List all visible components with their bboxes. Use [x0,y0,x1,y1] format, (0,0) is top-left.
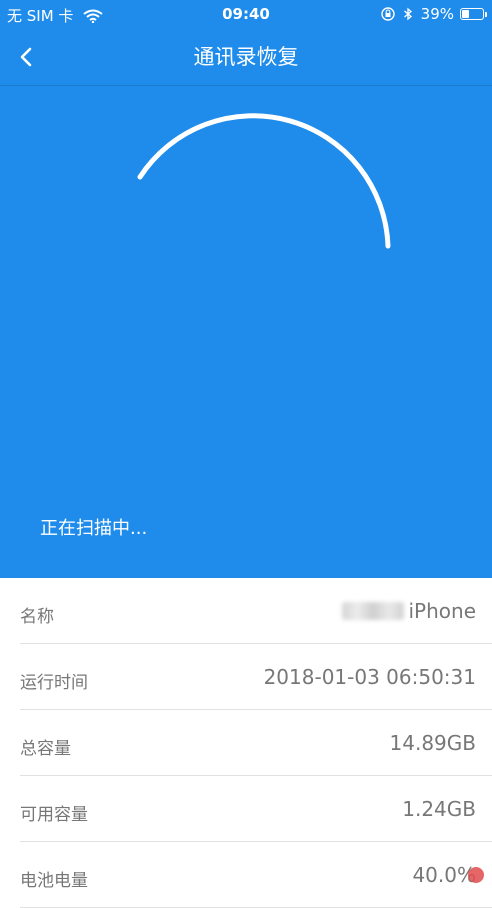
info-row-battery-level: 电池电量 40.0% [20,842,492,908]
watermark-logo-icon [468,867,484,883]
info-row-total-capacity: 总容量 14.89GB [20,710,492,776]
info-value: 40.0% [412,863,476,887]
info-label: 可用容量 [20,805,88,825]
info-label: 名称 [20,607,54,627]
nav-bar: 通讯录恢复 [0,30,492,86]
info-value: 2018-01-03 06:50:31 [263,665,476,689]
info-value: 14.89GB [389,731,476,755]
bluetooth-icon [401,7,415,21]
redacted-text [342,602,405,620]
status-right: 39% [380,5,487,23]
battery-fill [462,10,470,18]
device-info-list: 名称 iPhone 运行时间 2018-01-03 06:50:31 总容量 1… [0,578,492,908]
status-bar: 无 SIM 卡 09:40 39% [0,0,492,30]
device-name-value: iPhone [408,599,476,623]
watermark [468,867,484,883]
page-title: 通讯录恢复 [193,45,299,69]
info-value: 1.24GB [402,797,476,821]
info-value: iPhone [342,599,476,623]
battery-icon [460,8,487,20]
scan-progress-arc [137,113,391,249]
scan-header-area: 无 SIM 卡 09:40 39% 通讯录恢复 正在扫描中... [0,0,492,578]
info-row-available-capacity: 可用容量 1.24GB [20,776,492,842]
battery-percent: 39% [420,5,454,23]
orientation-lock-icon [380,7,395,21]
info-label: 电池电量 [20,871,88,891]
info-row-name: 名称 iPhone [20,578,492,644]
info-label: 运行时间 [20,673,88,693]
info-row-uptime: 运行时间 2018-01-03 06:50:31 [20,644,492,710]
info-label: 总容量 [20,739,71,759]
scan-status-text: 正在扫描中... [40,518,148,539]
